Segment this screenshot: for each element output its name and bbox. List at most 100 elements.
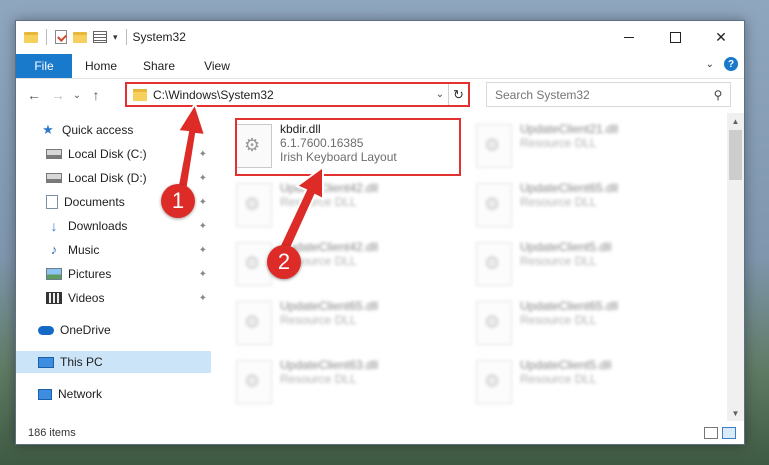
file-item[interactable]: UpdateClient65.dll Resource DLL xyxy=(236,295,462,353)
tab-file[interactable]: File xyxy=(16,53,72,78)
network-icon xyxy=(38,388,52,400)
dll-file-icon xyxy=(236,183,272,227)
file-name: UpdateClient21.dll xyxy=(520,122,619,136)
file-name: UpdateClient65.dll xyxy=(280,299,379,313)
file-item[interactable]: UpdateClient5.dll Resource DLL xyxy=(476,354,702,412)
dll-file-icon xyxy=(476,124,512,168)
view-list-icon[interactable] xyxy=(93,31,107,43)
file-item[interactable]: UpdateClient65.dll Resource DLL xyxy=(476,295,702,353)
onedrive-icon xyxy=(38,325,54,335)
address-dropdown-chevron-icon[interactable]: ⌄ xyxy=(432,89,448,100)
explorer-window: ▾ System32 ✕ File Home Share View ⌄ ? ← … xyxy=(15,20,745,445)
pin-icon[interactable]: ✦ xyxy=(199,221,207,232)
window-title: System32 xyxy=(132,30,186,44)
file-list: kbdir.dll 6.1.7600.16385 Irish Keyboard … xyxy=(226,113,731,418)
file-name: UpdateClient65.dll xyxy=(520,181,619,195)
scroll-up-icon[interactable]: ▲ xyxy=(727,113,744,129)
view-switcher xyxy=(704,427,736,439)
ribbon-tabs: File Home Share View ⌄ ? xyxy=(16,53,744,79)
file-name: UpdateClient65.dll xyxy=(520,299,619,313)
download-icon: ↓ xyxy=(50,218,58,234)
file-item[interactable]: UpdateClient5.dll Resource DLL xyxy=(476,236,702,294)
refresh-button[interactable]: ↻ xyxy=(448,84,468,105)
back-button[interactable]: ← xyxy=(22,87,46,103)
dll-file-icon xyxy=(476,242,512,286)
address-bar[interactable]: C:\Windows\System32 ⌄ ↻ xyxy=(125,82,470,107)
sidebar-item-videos[interactable]: Videos ✦ xyxy=(16,287,211,309)
sidebar-item-this-pc[interactable]: This PC xyxy=(16,351,211,373)
star-icon: ★ xyxy=(42,122,54,137)
help-icon[interactable]: ? xyxy=(724,57,738,71)
disk-icon xyxy=(46,149,62,159)
pictures-icon xyxy=(46,268,62,280)
sidebar-item-label: This PC xyxy=(60,355,103,369)
item-count: 186 items xyxy=(28,427,76,439)
file-description: Irish Keyboard Layout xyxy=(280,150,397,164)
sidebar-item-local-disk-c[interactable]: Local Disk (C:) ✦ xyxy=(16,143,211,165)
file-description: Resource DLL xyxy=(280,313,357,327)
expand-ribbon-chevron-icon[interactable]: ⌄ xyxy=(706,59,714,70)
tab-share[interactable]: Share xyxy=(130,59,188,73)
folder-icon[interactable] xyxy=(24,31,38,43)
sidebar-item-label: Documents xyxy=(64,195,125,209)
videos-icon xyxy=(46,292,62,304)
tab-view[interactable]: View xyxy=(188,59,246,73)
close-button[interactable]: ✕ xyxy=(698,21,744,53)
sidebar-item-label: Pictures xyxy=(68,267,112,281)
details-view-icon[interactable] xyxy=(704,427,718,439)
file-item[interactable]: UpdateClient21.dll Resource DLL xyxy=(476,118,702,176)
sidebar-item-network[interactable]: Network xyxy=(16,383,211,405)
vertical-scrollbar[interactable]: ▲ ▼ xyxy=(727,113,744,421)
file-description: Resource DLL xyxy=(520,195,597,209)
minimize-button[interactable] xyxy=(606,21,652,53)
step1-badge: 1 xyxy=(161,184,195,218)
maximize-button[interactable] xyxy=(652,21,698,53)
pin-icon[interactable]: ✦ xyxy=(199,293,207,304)
pin-icon[interactable]: ✦ xyxy=(199,269,207,280)
file-item[interactable]: UpdateClient65.dll Resource DLL xyxy=(476,177,702,235)
file-name: UpdateClient5.dll xyxy=(520,240,612,254)
properties-icon[interactable] xyxy=(55,30,67,44)
navigation-pane: ★ Quick access Local Disk (C:) ✦ Local D… xyxy=(16,113,211,418)
address-path[interactable]: C:\Windows\System32 xyxy=(153,88,432,102)
pin-icon[interactable]: ✦ xyxy=(199,245,207,256)
status-bar: 186 items xyxy=(16,421,744,445)
file-name: UpdateClient5.dll xyxy=(520,358,612,372)
pin-icon[interactable]: ✦ xyxy=(199,197,207,208)
ribbon-right: ⌄ ? xyxy=(706,57,738,71)
scroll-down-icon[interactable]: ▼ xyxy=(727,405,744,421)
caption-buttons: ✕ xyxy=(606,21,744,53)
file-item[interactable]: UpdateClient42.dll Resource DLL xyxy=(236,177,462,235)
search-icon[interactable]: ⚲ xyxy=(706,88,730,102)
scrollbar-thumb[interactable] xyxy=(729,130,742,180)
search-box[interactable]: ⚲ xyxy=(486,82,731,107)
recent-locations-chevron-icon[interactable]: ⌄ xyxy=(70,90,84,101)
sidebar-item-pictures[interactable]: Pictures ✦ xyxy=(16,263,211,285)
up-button[interactable]: ↑ xyxy=(84,87,108,103)
step2-badge: 2 xyxy=(267,245,301,279)
sidebar-item-music[interactable]: ♪ Music ✦ xyxy=(16,239,211,261)
file-description: Resource DLL xyxy=(280,195,357,209)
search-input[interactable] xyxy=(495,87,706,102)
file-description: Resource DLL xyxy=(280,372,357,386)
dll-file-icon xyxy=(236,360,272,404)
quick-access-toolbar: ▾ xyxy=(24,29,129,45)
file-name: UpdateClient42.dll xyxy=(280,181,379,195)
sidebar-item-onedrive[interactable]: OneDrive xyxy=(16,319,211,341)
file-item[interactable]: UpdateClient63.dll Resource DLL xyxy=(236,354,462,412)
file-name: UpdateClient63.dll xyxy=(280,358,379,372)
pin-icon[interactable]: ✦ xyxy=(199,173,207,184)
file-description: Resource DLL xyxy=(520,254,597,268)
sidebar-item-label: Local Disk (C:) xyxy=(68,147,147,161)
toolbar-divider xyxy=(46,29,47,45)
forward-button[interactable]: → xyxy=(46,87,70,103)
customize-toolbar-chevron-icon[interactable]: ▾ xyxy=(113,32,118,43)
dll-file-icon xyxy=(476,301,512,345)
sidebar-item-quick-access[interactable]: ★ Quick access xyxy=(16,119,211,141)
sidebar-item-downloads[interactable]: ↓ Downloads ✦ xyxy=(16,215,211,237)
tiles-view-icon[interactable] xyxy=(722,427,736,439)
tab-home[interactable]: Home xyxy=(72,59,130,73)
new-folder-icon[interactable] xyxy=(73,31,87,43)
file-item-kbdir[interactable]: kbdir.dll 6.1.7600.16385 Irish Keyboard … xyxy=(236,118,462,176)
pin-icon[interactable]: ✦ xyxy=(199,149,207,160)
